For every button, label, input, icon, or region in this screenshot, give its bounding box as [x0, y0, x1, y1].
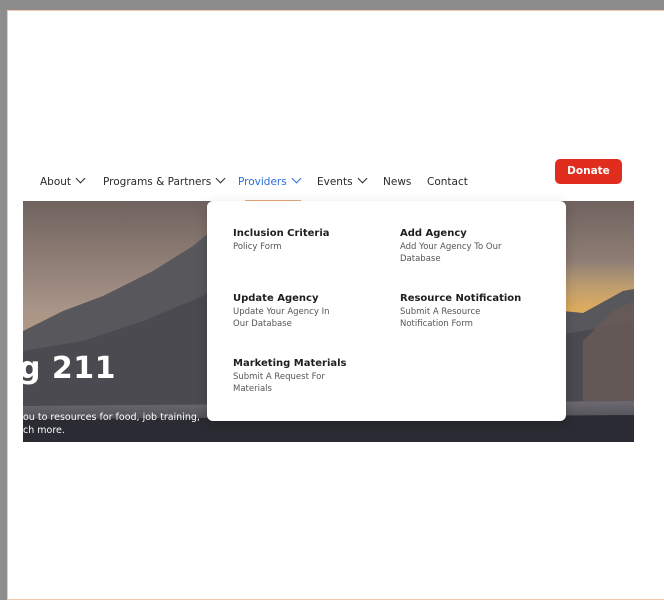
providers-dropdown-menu: Inclusion Criteria Policy Form Add Agenc…: [207, 201, 566, 421]
dropdown-item-desc: Submit A Request For Materials: [233, 372, 325, 394]
donate-button[interactable]: Donate: [555, 159, 622, 184]
hero-subtitle-line2: ch more.: [23, 425, 65, 436]
nav-news[interactable]: News: [383, 168, 411, 196]
nav-providers[interactable]: Providers: [238, 168, 302, 196]
nav-providers-label: Providers: [238, 176, 287, 188]
dropdown-item-title: Marketing Materials: [233, 358, 347, 369]
chevron-down-icon: [291, 173, 302, 184]
nav-contact-label: Contact: [427, 176, 468, 188]
nav-events[interactable]: Events: [317, 168, 368, 196]
chevron-down-icon: [215, 173, 226, 184]
nav-about-label: About: [40, 176, 72, 188]
nav-contact[interactable]: Contact: [427, 168, 468, 196]
dropdown-item-desc: Update Your Agency In Our Database: [233, 307, 330, 329]
dropdown-item-title: Add Agency: [400, 228, 467, 239]
dropdown-item-desc: Policy Form: [233, 242, 282, 252]
dropdown-item-desc: Add Your Agency To Our Database: [400, 242, 502, 264]
dropdown-item-desc: Submit A Resource Notification Form: [400, 307, 481, 329]
nav-programs-partners[interactable]: Programs & Partners: [103, 168, 226, 196]
dropdown-item-resource-notification[interactable]: Resource Notification Submit A Resource …: [400, 292, 521, 330]
dropdown-item-inclusion-criteria[interactable]: Inclusion Criteria Policy Form: [233, 227, 343, 254]
page-frame: About Programs & Partners Providers Even…: [7, 10, 664, 600]
dropdown-item-update-agency[interactable]: Update Agency Update Your Agency In Our …: [233, 292, 343, 330]
dropdown-item-title: Inclusion Criteria: [233, 228, 330, 239]
chevron-down-icon: [75, 173, 86, 184]
nav-news-label: News: [383, 176, 412, 188]
dropdown-item-marketing-materials[interactable]: Marketing Materials Submit A Request For…: [233, 357, 347, 395]
dropdown-item-add-agency[interactable]: Add Agency Add Your Agency To Our Databa…: [400, 227, 510, 265]
nav-programs-label: Programs & Partners: [103, 176, 212, 188]
chevron-down-icon: [357, 173, 368, 184]
nav-events-label: Events: [317, 176, 353, 188]
hero-title: g 211: [23, 351, 117, 386]
dropdown-item-title: Resource Notification: [400, 293, 522, 304]
nav-about[interactable]: About: [40, 168, 86, 196]
dropdown-item-title: Update Agency: [233, 293, 319, 304]
